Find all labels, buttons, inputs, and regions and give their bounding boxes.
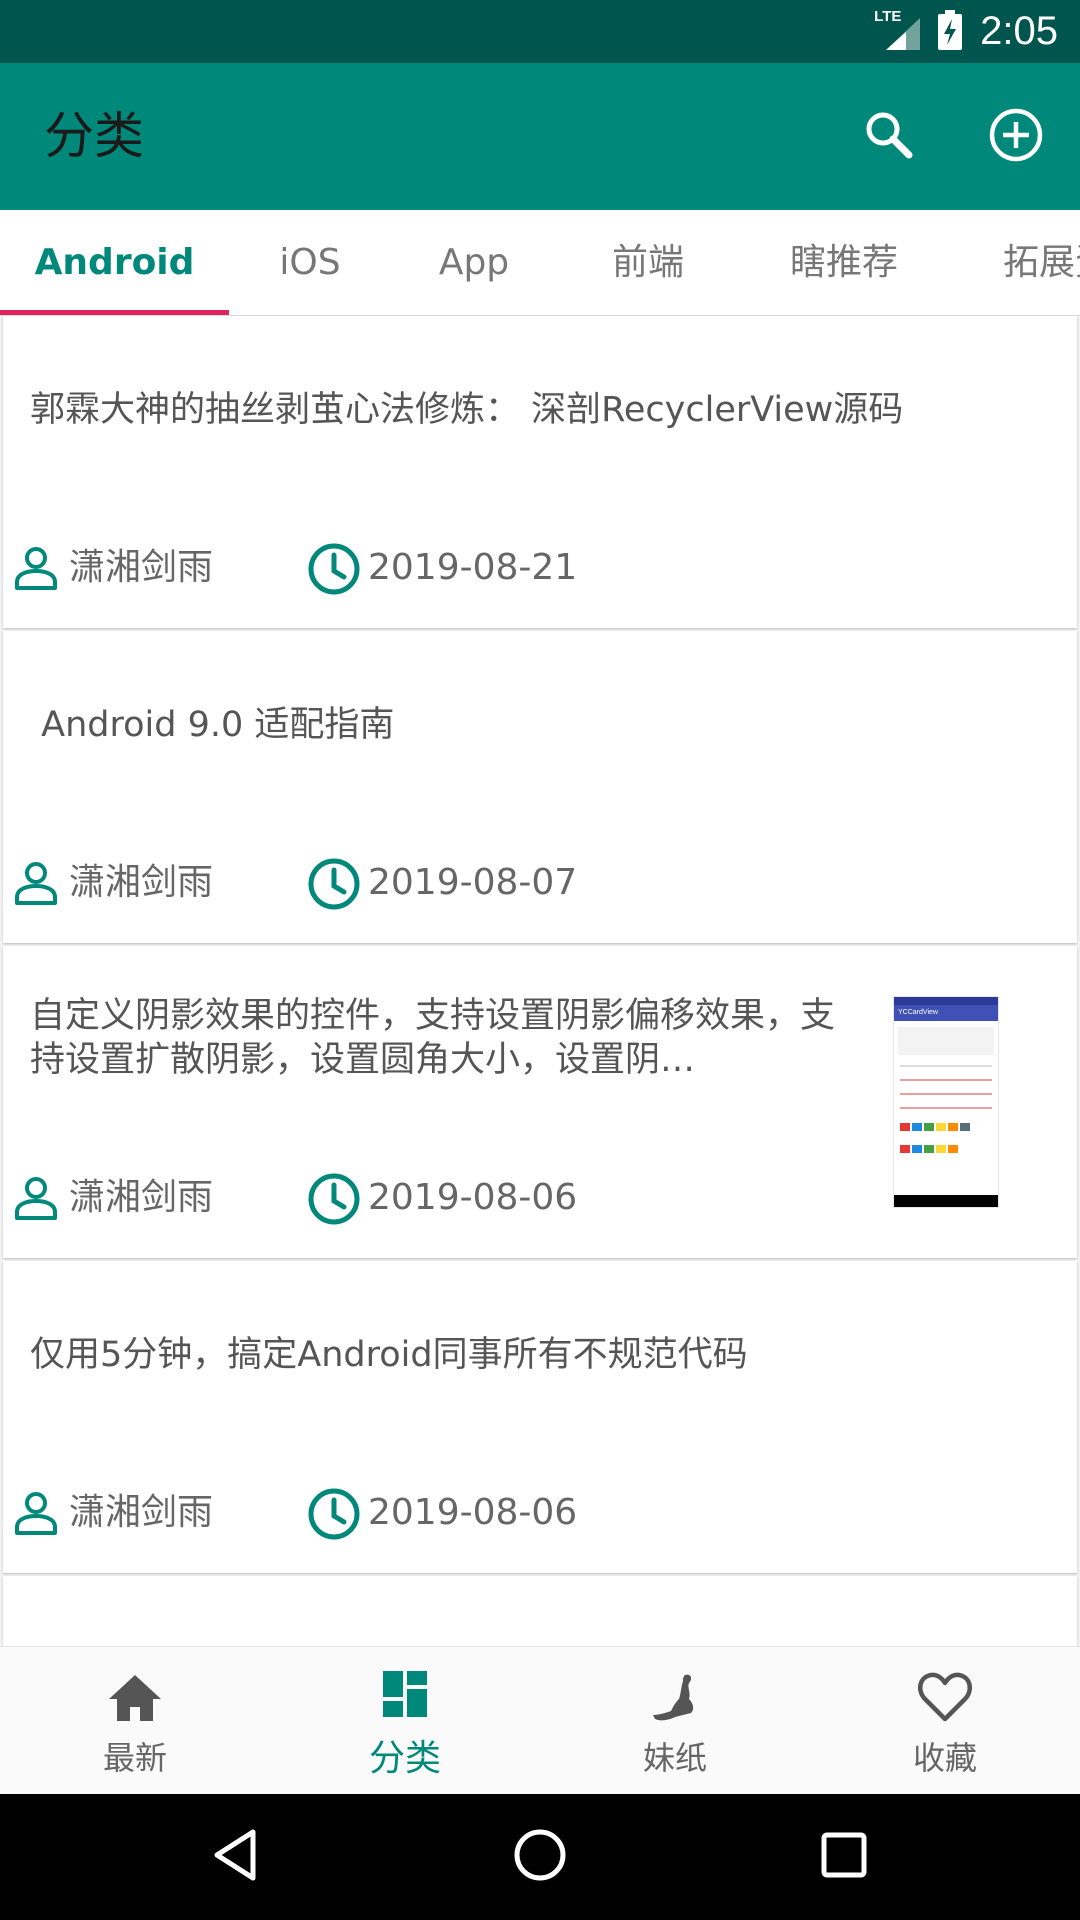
article-author: 潇湘剑雨 — [69, 862, 214, 903]
clock-icon — [307, 1172, 361, 1230]
nav-girls[interactable]: 妹纸 — [540, 1647, 810, 1795]
article-meta: 潇湘剑雨 2019-08-21 — [13, 538, 713, 598]
back-triangle-icon — [211, 1828, 261, 1886]
article-card[interactable]: Android 9.0 适配指南 潇湘剑雨 2019-08-07 — [3, 631, 1077, 943]
status-bar: LTE 2:05 — [0, 0, 1080, 63]
bottom-navigation: 最新 分类 妹纸 收藏 — [0, 1646, 1080, 1795]
article-date: 2019-08-06 — [368, 1177, 578, 1218]
person-icon — [13, 1174, 59, 1226]
article-author: 潇湘剑雨 — [69, 1177, 214, 1218]
clock-icon — [307, 857, 361, 915]
article-card[interactable] — [3, 1576, 1077, 1656]
silhouette-icon — [645, 1669, 705, 1725]
home-button[interactable] — [505, 1822, 575, 1892]
nav-category[interactable]: 分类 — [270, 1647, 540, 1795]
tab-recommend[interactable]: 瞎推荐 — [739, 210, 949, 315]
article-thumbnail: YCCardView — [893, 996, 999, 1208]
nav-latest[interactable]: 最新 — [0, 1647, 270, 1795]
article-meta: 潇湘剑雨 2019-08-06 — [13, 1483, 713, 1543]
tab-resources[interactable]: 拓展资源 — [1003, 210, 1080, 315]
tab-android[interactable]: Android — [0, 210, 229, 315]
clock-icon — [307, 542, 361, 600]
heart-icon — [915, 1669, 975, 1725]
app-bar: 分类 — [0, 63, 1080, 210]
recents-button[interactable] — [809, 1822, 879, 1892]
person-icon — [13, 544, 59, 596]
search-button[interactable] — [855, 103, 923, 171]
article-meta: 潇湘剑雨 2019-08-07 — [13, 853, 713, 913]
nav-label: 分类 — [368, 1738, 441, 1779]
person-icon — [13, 859, 59, 911]
battery-icon — [938, 9, 963, 54]
article-card[interactable]: 仅用5分钟，搞定Android同事所有不规范代码 潇湘剑雨 2019-08-06 — [3, 1261, 1077, 1573]
page-title: 分类 — [44, 107, 144, 165]
add-button[interactable] — [982, 103, 1050, 171]
article-card[interactable]: 郭霖大神的抽丝剥茧心法修炼： 深剖RecyclerView源码 潇湘剑雨 201… — [3, 316, 1077, 628]
person-icon — [13, 1489, 59, 1541]
tab-indicator — [0, 310, 229, 315]
article-date: 2019-08-07 — [368, 862, 578, 903]
category-tabs: Android iOS App 前端 瞎推荐 拓展资源 — [0, 210, 1080, 316]
article-title: Android 9.0 适配指南 — [30, 705, 395, 745]
system-navigation-bar — [0, 1794, 1080, 1920]
article-card[interactable]: 自定义阴影效果的控件，支持设置阴影偏移效果，支持设置扩散阴影，设置圆角大小，设置… — [3, 946, 1077, 1258]
article-meta: 潇湘剑雨 2019-08-06 — [13, 1168, 713, 1228]
thumbnail-app-bar: YCCardView — [894, 1005, 998, 1021]
article-title: 仅用5分钟，搞定Android同事所有不规范代码 — [30, 1335, 748, 1375]
tab-app[interactable]: App — [391, 210, 557, 315]
search-icon — [861, 107, 917, 167]
tab-ios[interactable]: iOS — [229, 210, 391, 315]
home-icon — [105, 1669, 165, 1725]
clock-icon — [307, 1487, 361, 1545]
article-author: 潇湘剑雨 — [69, 1492, 214, 1533]
nav-label: 收藏 — [912, 1739, 977, 1777]
nav-label: 妹纸 — [642, 1739, 707, 1777]
add-circle-icon — [988, 107, 1044, 167]
tab-frontend[interactable]: 前端 — [557, 210, 739, 315]
article-date: 2019-08-06 — [368, 1492, 578, 1533]
article-date: 2019-08-21 — [368, 547, 578, 588]
nav-label: 最新 — [102, 1739, 167, 1777]
home-circle-icon — [513, 1828, 567, 1886]
lte-signal-icon: LTE — [874, 8, 921, 52]
article-title: 郭霖大神的抽丝剥茧心法修炼： 深剖RecyclerView源码 — [30, 390, 904, 430]
recents-square-icon — [821, 1832, 867, 1882]
dashboard-icon — [375, 1669, 435, 1725]
article-title: 自定义阴影效果的控件，支持设置阴影偏移效果，支持设置扩散阴影，设置圆角大小，设置… — [30, 996, 836, 1080]
back-button[interactable] — [201, 1822, 271, 1892]
nav-favorites[interactable]: 收藏 — [810, 1647, 1080, 1795]
article-author: 潇湘剑雨 — [69, 547, 214, 588]
status-time: 2:05 — [980, 9, 1058, 53]
